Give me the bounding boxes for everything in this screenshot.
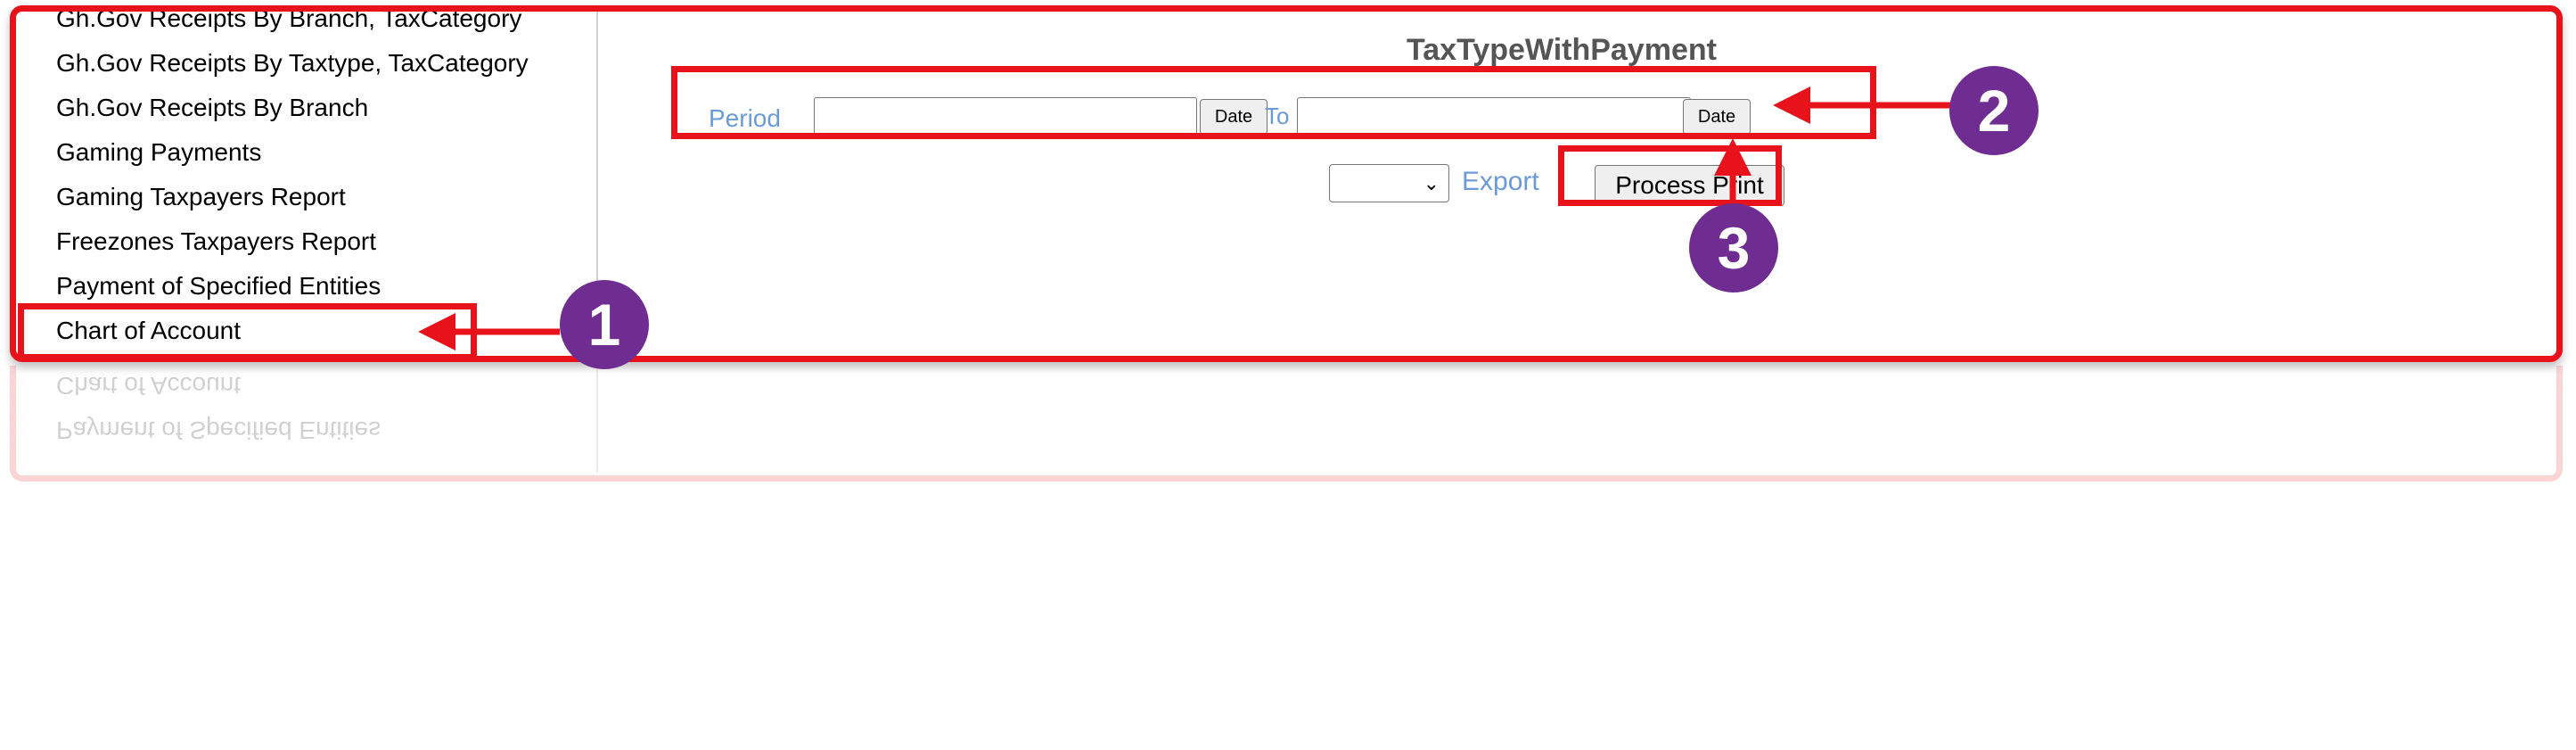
step-1-badge: 1 [560,280,649,369]
annotation-arrows [418,87,1952,350]
step-3-badge: 3 [1689,203,1778,293]
step-2-badge: 2 [1949,66,2039,155]
